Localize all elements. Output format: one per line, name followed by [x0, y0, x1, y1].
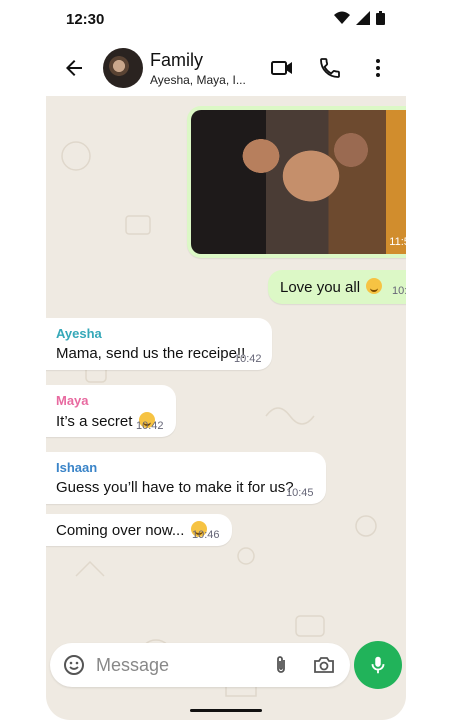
sender-name: Ayesha — [56, 326, 102, 341]
message-meta: 11:57 — [389, 236, 406, 248]
message-input[interactable] — [96, 653, 256, 677]
sender-name: Ishaan — [56, 460, 98, 475]
message-text: Mama, send us the receipe!! — [56, 345, 246, 362]
attach-icon[interactable] — [269, 653, 293, 677]
emoji-icon[interactable] — [62, 653, 86, 677]
message-time: 10:42 — [136, 420, 164, 432]
message-bubble-incoming[interactable]: Coming over now... 10:46 — [46, 514, 232, 546]
photo-message[interactable]: 11:57 — [187, 106, 406, 258]
phone-icon[interactable] — [318, 56, 342, 80]
message-text: Love you all — [280, 279, 361, 296]
status-icons — [334, 11, 385, 25]
mic-button[interactable] — [354, 641, 402, 689]
message-bubble-incoming[interactable]: Maya It’s a secret 10:42 — [46, 385, 176, 437]
message-bubble-incoming[interactable]: Ayesha Mama, send us the receipe!! 10:42 — [46, 318, 272, 370]
message-time: 10:45 — [286, 487, 314, 499]
signal-icon — [356, 11, 370, 25]
shared-photo[interactable]: 11:57 — [191, 110, 406, 254]
hugging-face-emoji — [366, 278, 383, 294]
message-meta: 10:41 — [392, 285, 406, 297]
group-avatar[interactable] — [103, 48, 143, 88]
home-indicator — [190, 709, 262, 712]
back-arrow-icon[interactable] — [62, 56, 86, 80]
message-bubble-outgoing[interactable]: Love you all 10:41 — [268, 270, 406, 304]
message-time: 10:42 — [234, 353, 262, 365]
camera-icon[interactable] — [312, 653, 336, 677]
status-bar: 12:30 — [0, 0, 456, 40]
more-vert-icon[interactable] — [366, 56, 390, 80]
battery-icon — [376, 11, 385, 25]
message-time: 11:57 — [389, 236, 406, 248]
message-composer — [50, 643, 350, 687]
message-bubble-incoming[interactable]: Ishaan Guess you’ll have to make it for … — [46, 452, 326, 504]
chat-subtitle[interactable]: Ayesha, Maya, I... — [150, 73, 246, 87]
sender-name: Maya — [56, 393, 89, 408]
wifi-icon — [334, 11, 350, 24]
chat-area[interactable]: 11:57 Love you all 10:41 Ayesha Mama, se… — [46, 96, 406, 720]
video-call-icon[interactable] — [270, 56, 294, 80]
message-text: Guess you’ll have to make it for us? — [56, 479, 294, 496]
message-text: Coming over now... — [56, 522, 185, 539]
chat-title[interactable]: Family — [150, 50, 203, 71]
message-text: It’s a secret — [56, 413, 133, 430]
chat-header: Family Ayesha, Maya, I... — [0, 40, 456, 96]
status-time: 12:30 — [66, 11, 105, 28]
mic-icon — [371, 656, 385, 674]
message-time: 10:41 — [392, 285, 406, 297]
message-time: 10:46 — [192, 529, 220, 541]
